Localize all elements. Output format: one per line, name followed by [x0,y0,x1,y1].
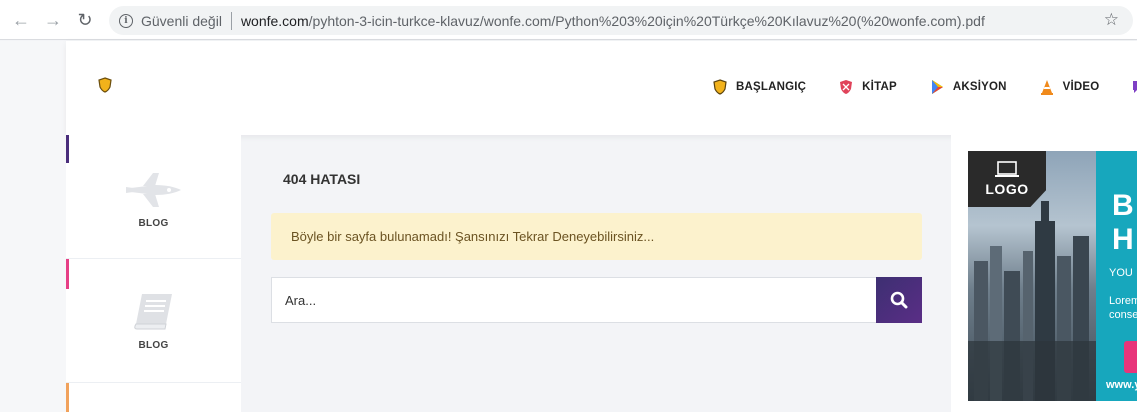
address-bar[interactable]: i Güvenli değil wonfe.com/pyhton-3-icin-… [109,6,1133,35]
url-separator [230,11,232,30]
nav-item-kitap[interactable]: KİTAP [839,79,897,95]
sidebar-item-label: BLOG [138,218,169,229]
nav-item-chat[interactable] [1132,79,1137,95]
search-form [271,277,922,323]
ad-body-text: Lorem [1109,295,1137,307]
cone-icon [1040,80,1053,95]
ad-headline-line: B [1112,189,1134,222]
ad-subtitle: YOU [1109,267,1133,279]
back-arrow-icon[interactable]: ← [8,7,34,33]
accent-bar-purple [66,135,69,163]
laptop-icon [995,161,1019,177]
nav-item-label: VİDEO [1062,81,1100,93]
ad-logo-text: LOGO [985,181,1029,197]
url-host[interactable]: wonfe.com [241,13,309,29]
shuttle-icon [125,173,181,207]
browser-toolbar: ← → ↻ i Güvenli değil wonfe.com/pyhton-3… [0,0,1137,40]
main-content: 404 HATASI Böyle bir sayfa bulunamadı! Ş… [241,135,951,412]
sidebar-item-blog[interactable]: BLOG [66,135,241,259]
url-path[interactable]: /pyhton-3-icin-turkce-klavuz/wonfe.com/P… [309,13,985,29]
play-icon [931,80,943,94]
site-logo-shield-icon[interactable] [98,77,112,98]
nav-item-label: BAŞLANGIÇ [736,81,807,93]
nav-item-video[interactable]: VİDEO [1040,79,1100,95]
accent-bar-orange [66,383,69,412]
search-icon [890,291,908,309]
accent-bar-pink [66,259,69,289]
site-header: BAŞLANGIÇ KİTAP AKSİYON VİDEO [66,41,1137,135]
ad-cta-button[interactable] [1124,341,1137,373]
ad-logo: LOGO [968,151,1046,207]
right-sidebar: LOGO B H YOU Lorem conse www.y [951,135,1137,412]
nav-item-label: KİTAP [862,81,897,93]
left-sidebar: BLOG BLOG [66,135,241,412]
ad-headline-line: H [1112,223,1134,256]
sidebar-item-label: BLOG [138,340,169,351]
left-gutter [0,41,66,412]
nav-item-label: AKSİYON [952,81,1007,93]
info-icon[interactable]: i [119,13,133,28]
ad-body-text: conse [1109,309,1137,321]
ad-banner[interactable]: LOGO B H YOU Lorem conse www.y [968,151,1137,401]
shield-icon [713,79,727,95]
reload-icon[interactable]: ↻ [72,7,98,33]
nav-item-baslangic[interactable]: BAŞLANGIÇ [713,79,806,95]
ad-url: www.y [1106,379,1137,391]
bookmark-star-icon[interactable]: ☆ [1104,10,1119,30]
forward-arrow-icon[interactable]: → [40,7,66,33]
security-label[interactable]: Güvenli değil [141,13,222,29]
search-button[interactable] [876,277,922,323]
page-title: 404 HATASI [283,171,361,187]
chat-icon [1133,81,1137,93]
book-icon [133,294,172,330]
not-found-alert: Böyle bir sayfa bulunamadı! Şansınızı Te… [271,213,922,260]
top-nav: BAŞLANGIÇ KİTAP AKSİYON VİDEO [713,79,1137,95]
shield-icon [840,80,853,94]
nav-item-aksiyon[interactable]: AKSİYON [930,79,1007,95]
sidebar-item-blog[interactable]: BLOG [66,259,241,383]
search-input[interactable] [272,278,876,322]
alert-text: Böyle bir sayfa bulunamadı! Şansınızı Te… [291,229,655,244]
